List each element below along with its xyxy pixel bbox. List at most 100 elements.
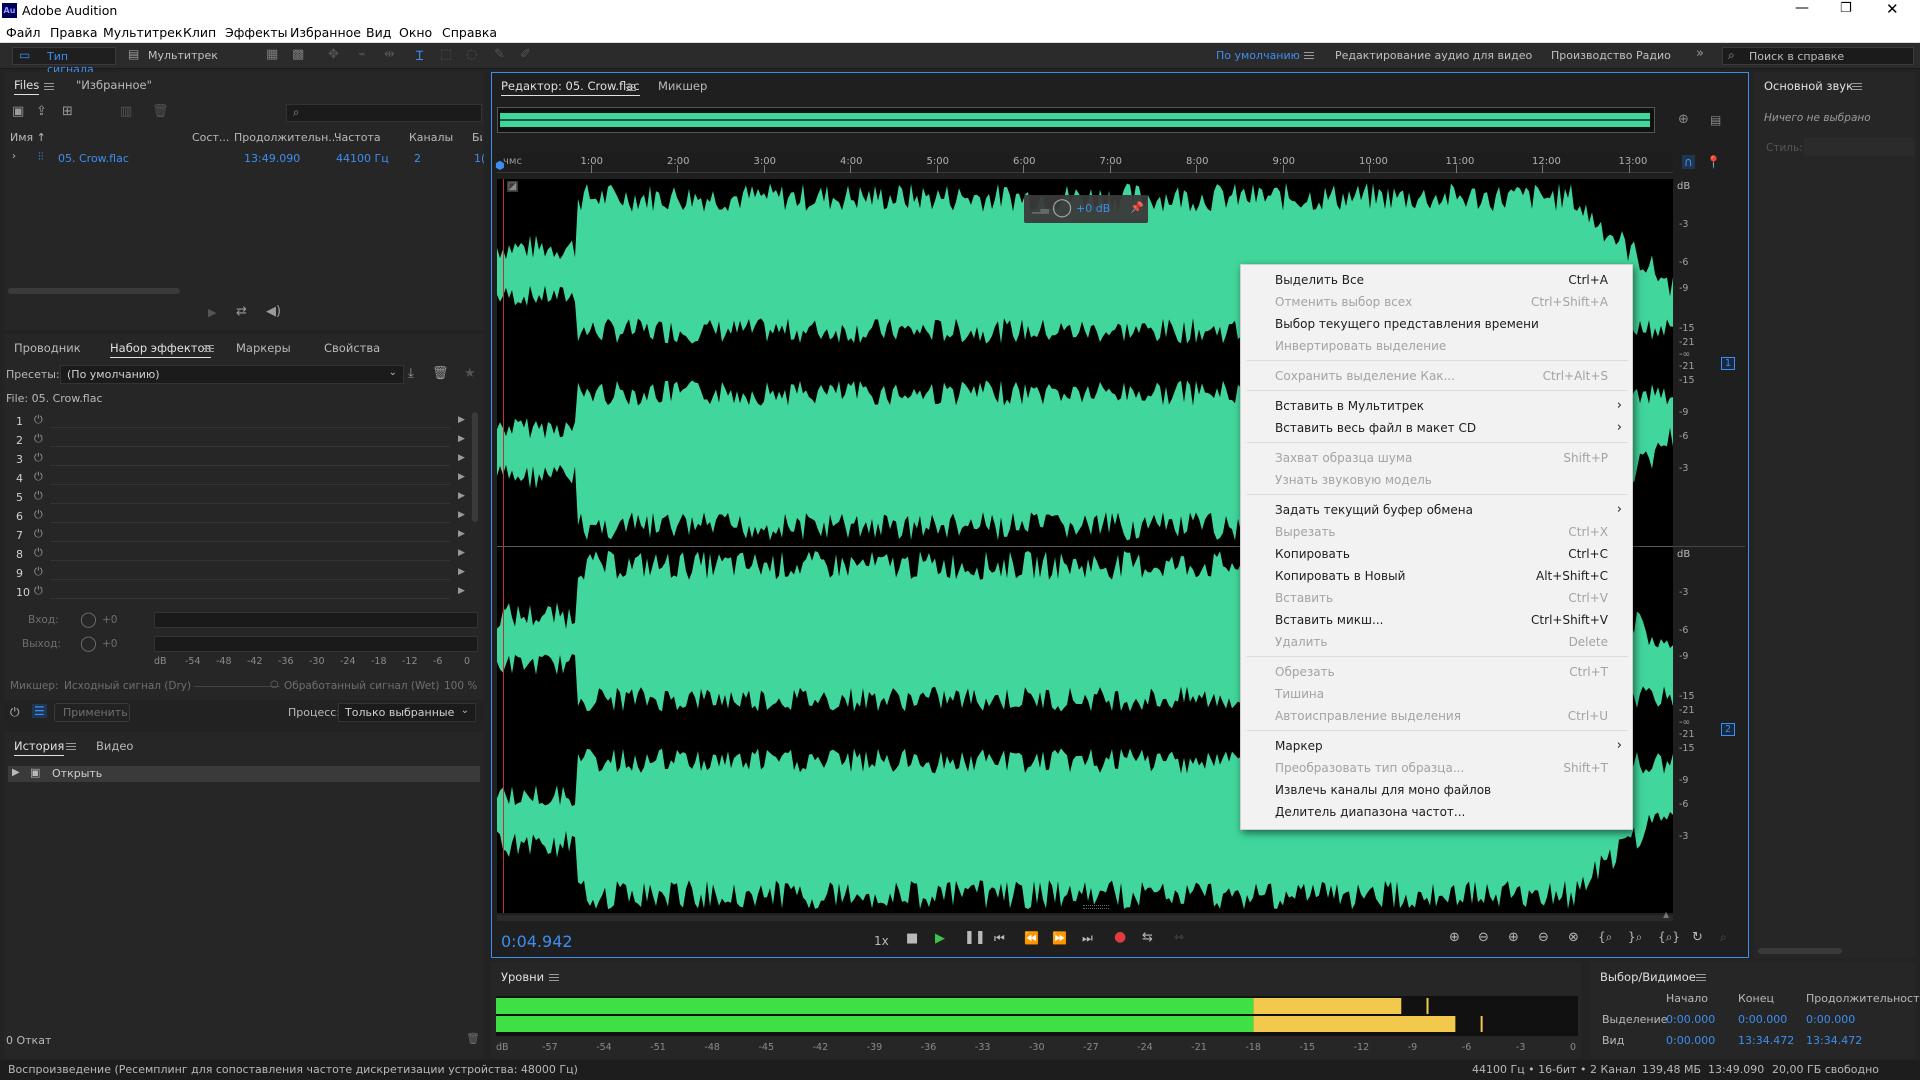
hud-gain-knob-icon[interactable]: ◯ — [1052, 197, 1072, 218]
spectral-display-icon[interactable]: ▦ — [266, 47, 278, 62]
effect-slot[interactable]: 8 ⏻ ▶ — [10, 545, 482, 564]
go-to-end-icon[interactable]: ⏭ — [1082, 931, 1093, 946]
input-gain-knob-icon[interactable]: ◯ — [80, 610, 97, 628]
view-end[interactable]: 13:34.472 — [1738, 1034, 1794, 1047]
insert-multitrack-icon[interactable]: ▥ — [120, 104, 132, 119]
effect-slot[interactable]: 6 ⏻ ▶ — [10, 507, 482, 526]
playhead-marker-icon[interactable]: ⬢ — [495, 159, 505, 172]
context-menu-item[interactable]: Задать текущий буфер обмена › — [1241, 499, 1634, 521]
slot-expand-icon[interactable]: ▶ — [458, 586, 465, 596]
context-menu-item[interactable]: Вырезать Ctrl+X — [1241, 521, 1634, 543]
tab-explorer[interactable]: Проводник — [14, 341, 81, 355]
slot-field[interactable] — [50, 528, 450, 542]
style-dropdown[interactable] — [1804, 138, 1914, 156]
file-row[interactable]: › ⫶⫶ 05. Crow.flac 13:49.090 44100 Гц 2 … — [4, 150, 484, 168]
slot-expand-icon[interactable]: ▶ — [458, 472, 465, 482]
minimize-icon[interactable]: — — [1795, 0, 1809, 16]
channel-2-label[interactable]: 2 — [1721, 723, 1736, 736]
slot-expand-icon[interactable]: ▶ — [458, 529, 465, 539]
slot-field[interactable] — [50, 452, 450, 466]
favorite-star-icon[interactable]: ★ — [464, 366, 476, 381]
skip-selection-icon[interactable]: ⇿ — [1174, 930, 1184, 944]
slot-field[interactable] — [50, 433, 450, 447]
restore-icon[interactable]: ❐ — [1840, 1, 1852, 16]
tab-video[interactable]: Видео — [96, 739, 133, 753]
context-menu-item[interactable]: Тишина — [1241, 683, 1634, 705]
context-menu-item[interactable]: Захват образца шума Shift+P — [1241, 447, 1634, 469]
delete-preset-icon[interactable]: 🗑 — [432, 366, 449, 381]
slot-expand-icon[interactable]: ▶ — [458, 491, 465, 501]
slot-power-icon[interactable]: ⏻ — [34, 470, 43, 484]
effect-slot[interactable]: 1 ⏻ ▶ — [10, 412, 482, 431]
col-bits[interactable]: Би — [472, 131, 482, 144]
effect-slot[interactable]: 7 ⏻ ▶ — [10, 526, 482, 545]
context-menu-item[interactable]: Извлечь каналы для моно файлов — [1241, 779, 1634, 801]
col-rate[interactable]: Частота — [334, 131, 381, 144]
gain-hud[interactable]: ▁▃ ◯ +0 dB 📌 — [1024, 195, 1148, 223]
context-menu-item[interactable]: Копировать Ctrl+C — [1241, 543, 1634, 565]
files-filter-input[interactable]: ⌕ — [286, 104, 482, 122]
slot-power-icon[interactable]: ⏻ — [34, 413, 43, 427]
record-icon[interactable]: ● — [1114, 929, 1126, 945]
tab-markers[interactable]: Маркеры — [236, 341, 291, 355]
menu-edit[interactable]: Правка — [50, 25, 98, 40]
open-file-icon[interactable]: ▣ — [12, 104, 24, 119]
col-duration[interactable]: Продолжительн... — [234, 131, 339, 144]
zoom-out-time-icon[interactable]: ⊖ — [1538, 930, 1549, 945]
slots-scrollbar[interactable] — [472, 412, 478, 522]
selection-duration[interactable]: 0:00.000 — [1806, 1013, 1855, 1026]
playback-speed[interactable]: 1x — [874, 934, 889, 948]
zoom-out-full-icon[interactable]: ⊗ — [1568, 930, 1579, 945]
slot-field[interactable] — [50, 471, 450, 485]
loop-icon[interactable]: ⇆ — [1142, 930, 1153, 945]
more-workspaces-icon[interactable]: » — [1696, 46, 1704, 61]
levels-menu-icon[interactable] — [549, 974, 559, 981]
workspace-menu-icon[interactable] — [1304, 52, 1314, 59]
selection-start[interactable]: 0:00.000 — [1666, 1013, 1715, 1026]
context-menu-item[interactable]: Вставить Ctrl+V — [1241, 587, 1634, 609]
effects-menu-icon[interactable] — [204, 345, 214, 352]
marquee-tool-icon[interactable]: ⬚ — [440, 47, 452, 62]
col-status[interactable]: Сост... — [192, 131, 229, 144]
show-spectral-icon[interactable]: ▤ — [1710, 113, 1721, 127]
tab-editor[interactable]: Редактор: 05. Crow.flac — [501, 79, 640, 96]
editor-menu-icon[interactable] — [626, 84, 636, 91]
slot-power-icon[interactable]: ⏻ — [34, 527, 43, 541]
zoom-out-amplitude-icon[interactable]: ⊖ — [1478, 930, 1489, 945]
process-dropdown[interactable]: Только выбранные ⌄ — [338, 703, 476, 722]
razor-tool-icon[interactable]: ⌁ — [358, 47, 366, 62]
view-duration[interactable]: 13:34.472 — [1806, 1034, 1862, 1047]
slot-power-icon[interactable]: ⏻ — [34, 432, 43, 446]
rack-power-icon[interactable]: ⏻ — [10, 705, 20, 720]
slot-power-icon[interactable]: ⏻ — [34, 584, 43, 598]
vertical-scroll-grip[interactable] — [1083, 905, 1109, 909]
save-preset-icon[interactable]: ⤓ — [408, 366, 414, 381]
slot-power-icon[interactable]: ⏻ — [34, 489, 43, 503]
menu-multitrack[interactable]: Мультитрек — [103, 25, 182, 40]
context-menu-item[interactable]: Преобразовать тип образца... Shift+T — [1241, 757, 1634, 779]
menu-view[interactable]: Вид — [366, 25, 391, 40]
expand-icon[interactable]: › — [12, 151, 16, 162]
tab-history[interactable]: История — [14, 739, 65, 756]
selection-end[interactable]: 0:00.000 — [1738, 1013, 1787, 1026]
menu-window[interactable]: Окно — [399, 25, 432, 40]
channel-1-label[interactable]: 1 — [1721, 357, 1736, 370]
pitch-display-icon[interactable]: ▩ — [292, 47, 304, 62]
zoom-in-amplitude-icon[interactable]: ⊕ — [1449, 930, 1460, 945]
preview-volume-icon[interactable]: ◀) — [266, 304, 281, 319]
effect-slot[interactable]: 3 ⏻ ▶ — [10, 450, 482, 469]
slip-tool-icon[interactable]: ⇹ — [384, 47, 395, 62]
col-channels[interactable]: Каналы — [409, 131, 453, 144]
preview-loop-icon[interactable]: ⇄ — [236, 304, 247, 319]
hud-pin-icon[interactable]: 📌 — [1130, 201, 1144, 214]
menu-effects[interactable]: Эффекты — [225, 25, 288, 40]
close-icon[interactable]: ✕ — [1886, 0, 1899, 18]
clip-grip-icon[interactable]: ◪ — [507, 181, 518, 192]
tab-favorites[interactable]: "Избранное" — [76, 78, 152, 92]
slot-expand-icon[interactable]: ▶ — [458, 434, 465, 444]
context-menu-item[interactable]: Вставить микш... Ctrl+Shift+V — [1241, 609, 1634, 631]
waveform-view-button[interactable]: ▭ Тип сигнала — [12, 47, 116, 76]
tab-effects-rack[interactable]: Набор эффектов — [110, 341, 212, 358]
col-name[interactable]: Имя ↑ — [10, 131, 46, 144]
slot-expand-icon[interactable]: ▶ — [458, 453, 465, 463]
